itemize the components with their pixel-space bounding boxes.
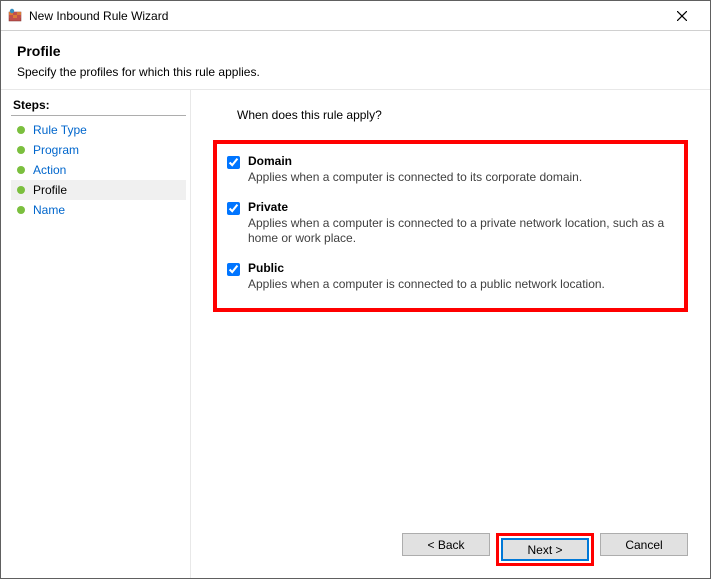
step-action[interactable]: Action	[11, 160, 186, 180]
option-description: Applies when a computer is connected to …	[248, 216, 672, 247]
question-text: When does this rule apply?	[237, 108, 688, 122]
checkbox-public[interactable]	[227, 263, 240, 276]
option-label: Domain	[248, 154, 672, 168]
steps-sidebar: Steps: Rule Type Program Action Profile …	[1, 90, 191, 578]
steps-label: Steps:	[11, 98, 186, 112]
page-subtitle: Specify the profiles for which this rule…	[17, 65, 694, 79]
cancel-button[interactable]: Cancel	[600, 533, 688, 556]
step-profile[interactable]: Profile	[11, 180, 186, 200]
step-bullet-icon	[17, 146, 25, 154]
step-program[interactable]: Program	[11, 140, 186, 160]
step-bullet-icon	[17, 186, 25, 194]
wizard-header: Profile Specify the profiles for which t…	[1, 31, 710, 89]
firewall-icon	[7, 8, 23, 24]
titlebar: New Inbound Rule Wizard	[1, 1, 710, 31]
step-rule-type[interactable]: Rule Type	[11, 120, 186, 140]
next-highlight: Next >	[496, 533, 594, 566]
wizard-body: Steps: Rule Type Program Action Profile …	[1, 90, 710, 578]
step-label: Name	[33, 203, 65, 217]
option-public: Public Applies when a computer is connec…	[223, 261, 672, 293]
step-name[interactable]: Name	[11, 200, 186, 220]
main-panel: When does this rule apply? Domain Applie…	[191, 90, 710, 578]
back-button[interactable]: < Back	[402, 533, 490, 556]
window-title: New Inbound Rule Wizard	[29, 9, 662, 23]
option-domain: Domain Applies when a computer is connec…	[223, 154, 672, 186]
close-button[interactable]	[662, 2, 702, 30]
step-bullet-icon	[17, 166, 25, 174]
step-bullet-icon	[17, 206, 25, 214]
option-description: Applies when a computer is connected to …	[248, 277, 672, 293]
step-label: Program	[33, 143, 79, 157]
page-title: Profile	[17, 43, 694, 59]
steps-underline	[11, 115, 186, 116]
wizard-window: New Inbound Rule Wizard Profile Specify …	[0, 0, 711, 579]
option-label: Private	[248, 200, 672, 214]
option-description: Applies when a computer is connected to …	[248, 170, 672, 186]
step-label: Action	[33, 163, 66, 177]
checkbox-domain[interactable]	[227, 156, 240, 169]
step-label: Profile	[33, 183, 67, 197]
option-private: Private Applies when a computer is conne…	[223, 200, 672, 247]
next-button[interactable]: Next >	[501, 538, 589, 561]
checkbox-private[interactable]	[227, 202, 240, 215]
step-bullet-icon	[17, 126, 25, 134]
step-label: Rule Type	[33, 123, 87, 137]
button-bar: < Back Next > Cancel	[213, 523, 688, 566]
option-label: Public	[248, 261, 672, 275]
options-highlight: Domain Applies when a computer is connec…	[213, 140, 688, 312]
